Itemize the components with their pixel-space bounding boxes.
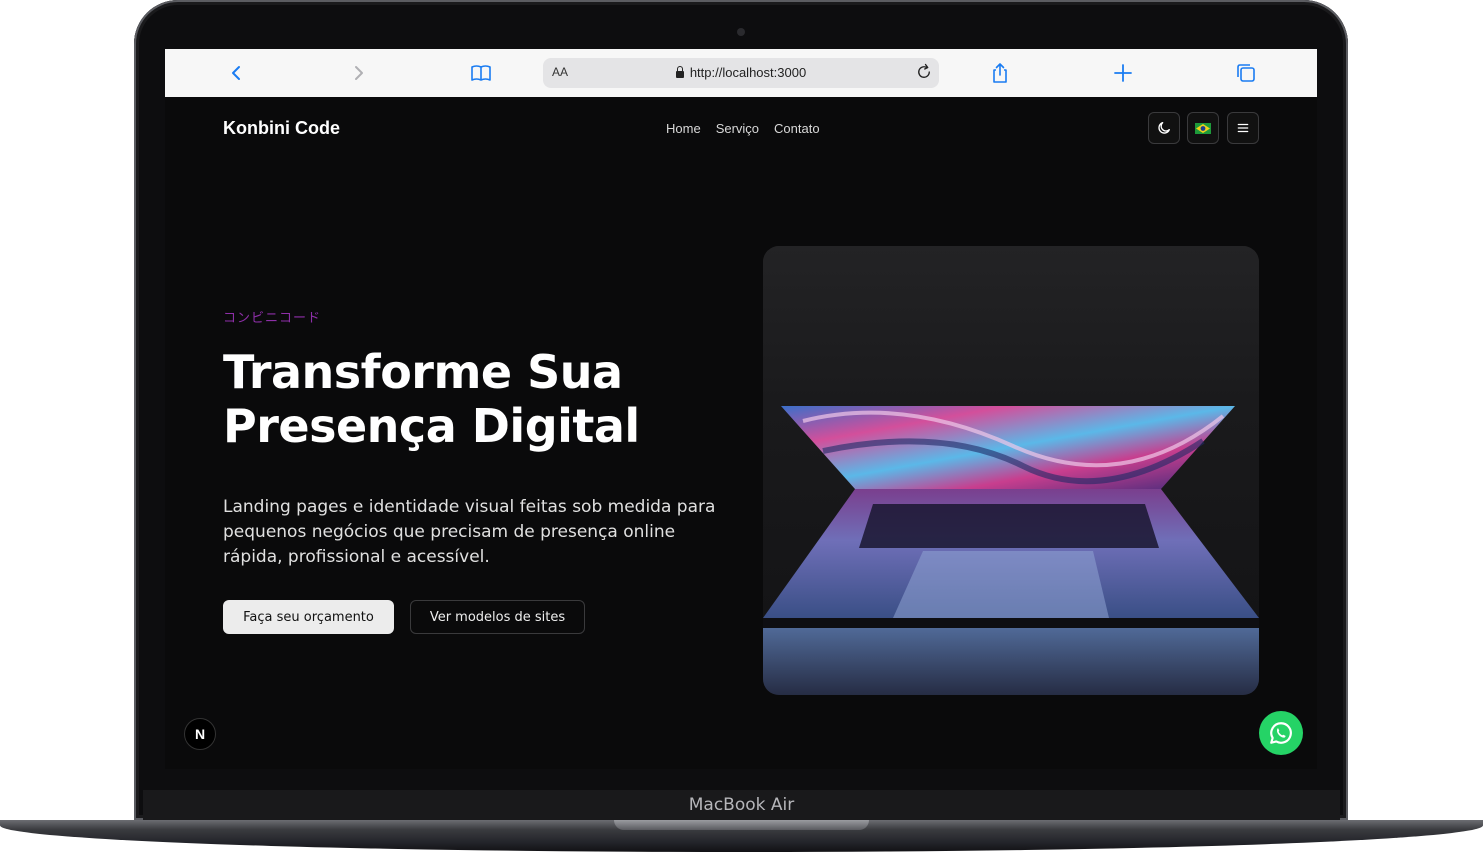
brazil-flag-icon — [1195, 122, 1211, 134]
lock-icon — [675, 66, 684, 78]
main-nav: Home Serviço Contato — [666, 121, 820, 136]
theme-toggle-button[interactable] — [1148, 112, 1180, 144]
hero-title-line-1: Transforme Sua — [223, 345, 623, 399]
hero-title: Transforme Sua Presença Digital — [223, 345, 723, 453]
moon-icon — [1158, 122, 1170, 134]
website: Konbini Code Home Serviço Contato コンビニコー… — [165, 97, 1317, 769]
share-icon[interactable] — [988, 61, 1012, 85]
view-templates-button[interactable]: Ver modelos de sites — [410, 600, 585, 634]
nav-contato[interactable]: Contato — [774, 121, 820, 136]
laptop-notch — [614, 820, 869, 830]
menu-button[interactable] — [1227, 112, 1259, 144]
hamburger-menu-icon — [1237, 123, 1249, 133]
hero-subtitle: Landing pages e identidade visual feitas… — [223, 497, 716, 567]
hero-kicker: コンビニコード — [223, 311, 322, 326]
camera — [737, 28, 745, 36]
address-bar[interactable]: AA http://localhost:3000 — [543, 58, 939, 88]
device-label: MacBook Air — [688, 795, 795, 815]
language-button[interactable] — [1187, 112, 1219, 144]
forward-icon[interactable] — [346, 61, 370, 85]
nextjs-dev-badge[interactable]: N — [184, 718, 216, 750]
nav-servico[interactable]: Serviço — [716, 121, 759, 136]
bookmarks-icon[interactable] — [469, 61, 493, 85]
url-text: http://localhost:3000 — [689, 65, 807, 80]
reload-icon[interactable] — [915, 63, 933, 81]
nav-home[interactable]: Home — [666, 121, 701, 136]
new-tab-icon[interactable] — [1111, 61, 1135, 85]
quote-button[interactable]: Faça seu orçamento — [223, 600, 394, 634]
back-icon[interactable] — [225, 61, 249, 85]
hero-title-line-2: Presença Digital — [223, 399, 640, 453]
screen: AA http://localhost:3000 Konbini Code Ho… — [165, 49, 1317, 769]
hero-laptop-image — [763, 246, 1259, 695]
whatsapp-button[interactable] — [1259, 711, 1303, 755]
brand-logo[interactable]: Konbini Code — [223, 118, 340, 139]
tabs-overview-icon[interactable] — [1234, 61, 1258, 85]
safari-toolbar: AA http://localhost:3000 — [165, 49, 1317, 98]
whatsapp-icon — [1270, 722, 1292, 744]
